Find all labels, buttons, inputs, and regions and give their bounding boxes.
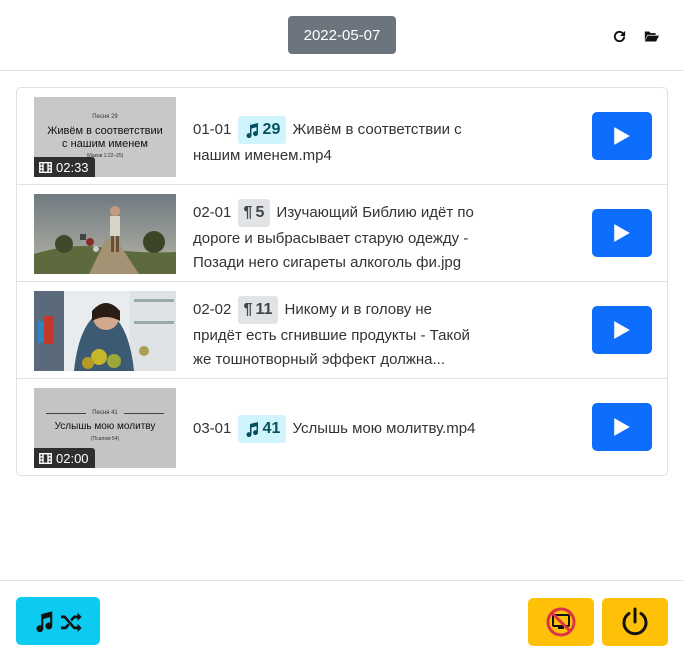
title-line3: же тошнотворный эффект должна... [193,351,446,368]
song-number: 29 [262,121,281,138]
media-row[interactable]: Песня 29 Живём в соответствии с нашим им… [17,88,667,185]
paragraph-tag: ¶ 5 [237,199,271,227]
title-line2: нашим именем.mp4 [193,147,332,164]
image-thumbnail[interactable] [34,291,176,371]
music-note-icon [246,123,258,138]
shuffle-songs-button[interactable] [16,597,100,645]
media-info: 03-01 41 Услышь мою молитву.mp4 [193,415,513,443]
media-row[interactable]: Песня 41 Услышь мою молитву (Псалом 54) … [17,379,667,475]
title-line3: Позади него сигареты алкоголь фи.jpg [193,254,462,271]
play-icon [614,127,630,145]
music-note-icon [36,611,53,632]
play-button[interactable] [592,306,652,354]
media-info: 01-01 29 Живём в соответствии с нашим им… [193,116,513,168]
play-icon [614,224,630,242]
duration-badge: 02:00 [34,448,95,468]
footer [0,580,684,661]
media-row[interactable]: 02-01 ¶ 5 Изучающий Библию идёт по дорог… [17,185,667,282]
slide-title-line1: Услышь мою молитву [54,421,156,432]
screen-off-icon [546,607,576,637]
play-button[interactable] [592,403,652,451]
folder-open-icon[interactable] [642,27,660,45]
video-thumbnail[interactable]: Песня 29 Живём в соответствии с нашим им… [34,97,176,177]
title-line2: придёт есть сгнившие продукты - Такой [193,327,470,344]
slide-label: Песня 41 [92,410,118,416]
media-info: 02-01 ¶ 5 Изучающий Библию идёт по дорог… [193,199,513,275]
paragraph-number: 5 [255,204,265,221]
duration-text: 02:33 [56,159,89,175]
title-line2: дороге и выбрасывает старую одежду - [193,230,469,247]
item-code: 02-01 [193,203,232,221]
power-icon [622,607,648,636]
slide-reference: (Псалом 54) [90,436,120,442]
item-code: 03-01 [193,419,232,437]
paragraph-number: 11 [255,301,273,318]
paragraph-icon: ¶ [243,301,253,318]
fridge-photo [34,291,176,371]
slide-title-line1: Живём в соответствии [47,125,163,137]
music-note-icon [246,422,258,437]
play-icon [614,321,630,339]
song-tag: 41 [237,415,287,443]
song-tag: 29 [237,116,287,144]
title-line1: Услышь мою молитву.mp4 [292,419,476,437]
play-icon [614,418,630,436]
paragraph-icon: ¶ [243,204,253,221]
image-thumbnail[interactable] [34,194,176,274]
play-button[interactable] [592,112,652,160]
item-code: 02-02 [193,300,232,318]
slide-label: Песня 29 [92,114,118,120]
screen-off-button[interactable] [528,598,594,646]
header: 2022-05-07 [0,0,684,71]
duration-text: 02:00 [56,450,89,466]
road-photo [34,194,176,274]
paragraph-tag: ¶ 11 [237,296,279,324]
shuffle-icon [61,612,82,632]
media-list: Песня 29 Живём в соответствии с нашим им… [16,87,668,476]
film-icon [39,452,52,464]
power-button[interactable] [602,598,668,646]
refresh-icon[interactable] [610,27,628,45]
title-line1: Никому и в голову не [284,300,433,318]
song-number: 41 [262,420,281,437]
title-line1: Изучающий Библию идёт по [276,203,474,221]
duration-badge: 02:33 [34,157,95,177]
film-icon [39,161,52,173]
title-line1: Живём в соответствии с [292,120,462,138]
play-button[interactable] [592,209,652,257]
item-code: 01-01 [193,120,232,138]
media-row[interactable]: 02-02 ¶ 11 Никому и в голову не придёт е… [17,282,667,379]
media-info: 02-02 ¶ 11 Никому и в голову не придёт е… [193,296,513,372]
video-thumbnail[interactable]: Песня 41 Услышь мою молитву (Псалом 54) … [34,388,176,468]
slide-title-line2: с нашим именем [62,138,148,150]
date-badge[interactable]: 2022-05-07 [288,16,396,54]
